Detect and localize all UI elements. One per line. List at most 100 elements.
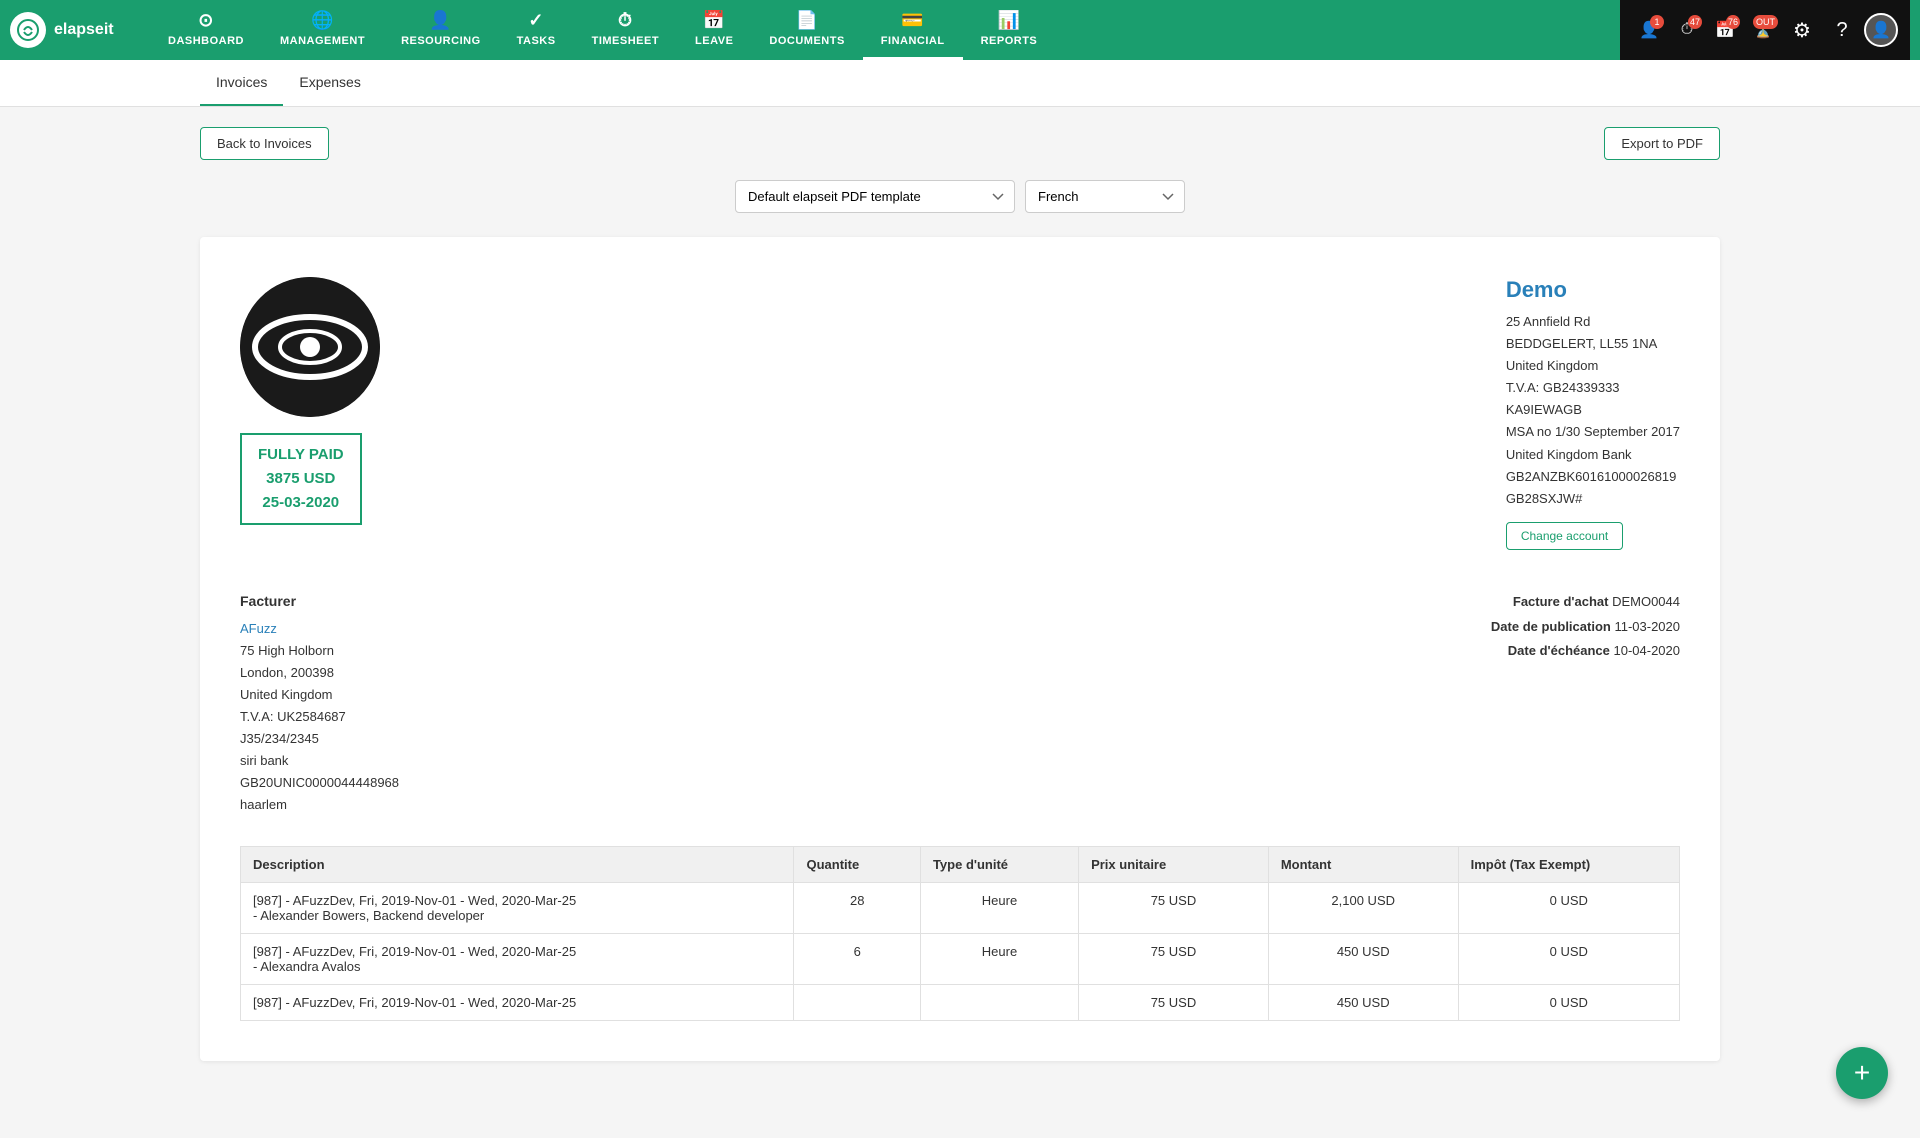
col-header-tax: Impôt (Tax Exempt) — [1458, 847, 1679, 883]
paid-line2: 3875 USD — [258, 467, 344, 491]
cell-unit-price-0: 75 USD — [1079, 883, 1269, 934]
people-badge: 1 — [1650, 15, 1664, 29]
company-tva: T.V.A: GB24339333 — [1506, 377, 1680, 399]
company-iban: GB2ANZBK60161000026819 — [1506, 466, 1680, 488]
reports-icon: 📊 — [997, 10, 1020, 31]
financial-icon: 💳 — [901, 10, 924, 31]
calendar-badge: 76 — [1726, 15, 1740, 29]
notifications-timer-button[interactable]: ⏳ OUT — [1746, 13, 1780, 47]
notifications-people-button[interactable]: 👤 1 — [1632, 13, 1666, 47]
fab-add-button[interactable]: + — [1836, 1047, 1888, 1099]
cell-quantity-2 — [794, 985, 920, 1021]
nav-dashboard[interactable]: ⊙ DASHBOARD — [150, 0, 262, 60]
leave-icon: 📅 — [703, 10, 726, 31]
cell-description-1: [987] - AFuzzDev, Fri, 2019-Nov-01 - Wed… — [241, 934, 794, 985]
cell-unit-type-2 — [920, 985, 1078, 1021]
company-address2: BEDDGELERT, LL55 1NA — [1506, 333, 1680, 355]
col-header-unit-type: Type d'unité — [920, 847, 1078, 883]
company-bank: United Kingdom Bank — [1506, 444, 1680, 466]
tab-expenses[interactable]: Expenses — [283, 60, 376, 106]
logo-icon — [10, 12, 46, 48]
cell-unit-price-1: 75 USD — [1079, 934, 1269, 985]
tasks-icon: ✓ — [528, 10, 544, 31]
management-icon: 🌐 — [311, 10, 334, 31]
nav-management[interactable]: 🌐 MANAGEMENT — [262, 0, 383, 60]
main-content: Back to Invoices Export to PDF Default e… — [0, 107, 1920, 1138]
cell-unit-type-1: Heure — [920, 934, 1078, 985]
change-account-button[interactable]: Change account — [1506, 522, 1623, 550]
notifications-timesheet-button[interactable]: ⏱ 47 — [1670, 13, 1704, 47]
nav-resourcing[interactable]: 👤 RESOURCING — [383, 0, 499, 60]
table-row: [987] - AFuzzDev, Fri, 2019-Nov-01 - Wed… — [241, 883, 1680, 934]
company-info-right: Demo 25 Annfield Rd BEDDGELERT, LL55 1NA… — [1506, 277, 1680, 550]
nav-reports[interactable]: 📊 REPORTS — [963, 0, 1056, 60]
client-city: London, 200398 — [240, 662, 399, 684]
nav-timesheet[interactable]: ⏱ TIMESHEET — [574, 0, 677, 60]
paid-stamp: FULLY PAID 3875 USD 25-03-2020 — [240, 433, 362, 525]
user-avatar-button[interactable]: 👤 — [1864, 13, 1898, 47]
invoice-ref: Facture d'achat DEMO0044 — [1491, 590, 1680, 615]
paid-line1: FULLY PAID — [258, 443, 344, 467]
cell-description-0: [987] - AFuzzDev, Fri, 2019-Nov-01 - Wed… — [241, 883, 794, 934]
company-iban2: GB28SXJW# — [1506, 488, 1680, 510]
cell-quantity-0: 28 — [794, 883, 920, 934]
nav-financial[interactable]: 💳 FINANCIAL — [863, 0, 963, 60]
table-row: [987] - AFuzzDev, Fri, 2019-Nov-01 - Wed… — [241, 934, 1680, 985]
publish-date-value: 11-03-2020 — [1614, 619, 1680, 634]
settings-button[interactable]: ⚙ — [1784, 12, 1820, 48]
invoice-card: FULLY PAID 3875 USD 25-03-2020 Demo 25 A… — [200, 237, 1720, 1061]
top-navigation: elapseit ⊙ DASHBOARD 🌐 MANAGEMENT 👤 RESO… — [0, 0, 1920, 60]
timesheet-badge: 47 — [1688, 15, 1702, 29]
col-header-description: Description — [241, 847, 794, 883]
cell-quantity-1: 6 — [794, 934, 920, 985]
documents-icon: 📄 — [796, 10, 819, 31]
cell-tax-2: 0 USD — [1458, 985, 1679, 1021]
action-bar: Back to Invoices Export to PDF — [200, 127, 1720, 160]
back-to-invoices-button[interactable]: Back to Invoices — [200, 127, 329, 160]
client-bank: siri bank — [240, 750, 399, 772]
client-iban: GB20UNIC0000044448968 — [240, 772, 399, 794]
invoice-ref-value: DEMO0044 — [1612, 594, 1680, 609]
cell-description-2: [987] - AFuzzDev, Fri, 2019-Nov-01 - Wed… — [241, 985, 794, 1021]
cell-amount-1: 450 USD — [1268, 934, 1458, 985]
facturer-label: Facturer — [240, 590, 399, 614]
client-id: J35/234/2345 — [240, 728, 399, 750]
cell-unit-price-2: 75 USD — [1079, 985, 1269, 1021]
nav-tasks[interactable]: ✓ TASKS — [499, 0, 574, 60]
timer-badge: OUT — [1753, 15, 1778, 29]
col-header-amount: Montant — [1268, 847, 1458, 883]
due-date: Date d'échéance 10-04-2020 — [1491, 639, 1680, 664]
company-msa: MSA no 1/30 September 2017 — [1506, 421, 1680, 443]
col-header-unit-price: Prix unitaire — [1079, 847, 1269, 883]
client-city2: haarlem — [240, 794, 399, 816]
timesheet-icon: ⏱ — [618, 10, 633, 31]
company-id: KA9IEWAGB — [1506, 399, 1680, 421]
nav-leave[interactable]: 📅 LEAVE — [677, 0, 751, 60]
client-tva: T.V.A: UK2584687 — [240, 706, 399, 728]
client-name: AFuzz — [240, 618, 399, 640]
col-header-quantity: Quantite — [794, 847, 920, 883]
invoice-logo-area: FULLY PAID 3875 USD 25-03-2020 — [240, 277, 380, 550]
cell-tax-0: 0 USD — [1458, 883, 1679, 934]
export-to-pdf-button[interactable]: Export to PDF — [1604, 127, 1720, 160]
cell-unit-type-0: Heure — [920, 883, 1078, 934]
selectors-row: Default elapseit PDF template French — [200, 180, 1720, 213]
client-address: 75 High Holborn — [240, 640, 399, 662]
publish-date-label: Date de publication — [1491, 619, 1611, 634]
pdf-template-select[interactable]: Default elapseit PDF template — [735, 180, 1015, 213]
paid-line3: 25-03-2020 — [258, 491, 344, 515]
company-address1: 25 Annfield Rd — [1506, 311, 1680, 333]
invoice-table: Description Quantite Type d'unité Prix u… — [240, 846, 1680, 1021]
nav-documents[interactable]: 📄 DOCUMENTS — [751, 0, 862, 60]
notifications-calendar-button[interactable]: 📅 76 — [1708, 13, 1742, 47]
due-date-value: 10-04-2020 — [1614, 643, 1681, 658]
language-select[interactable]: French — [1025, 180, 1185, 213]
table-header-row: Description Quantite Type d'unité Prix u… — [241, 847, 1680, 883]
nav-items: ⊙ DASHBOARD 🌐 MANAGEMENT 👤 RESOURCING ✓ … — [150, 0, 1620, 60]
company-logo — [240, 277, 380, 417]
tab-invoices[interactable]: Invoices — [200, 60, 283, 106]
help-button[interactable]: ? — [1824, 12, 1860, 48]
resourcing-icon: 👤 — [429, 10, 452, 31]
cell-amount-2: 450 USD — [1268, 985, 1458, 1021]
logo-area[interactable]: elapseit — [10, 12, 150, 48]
